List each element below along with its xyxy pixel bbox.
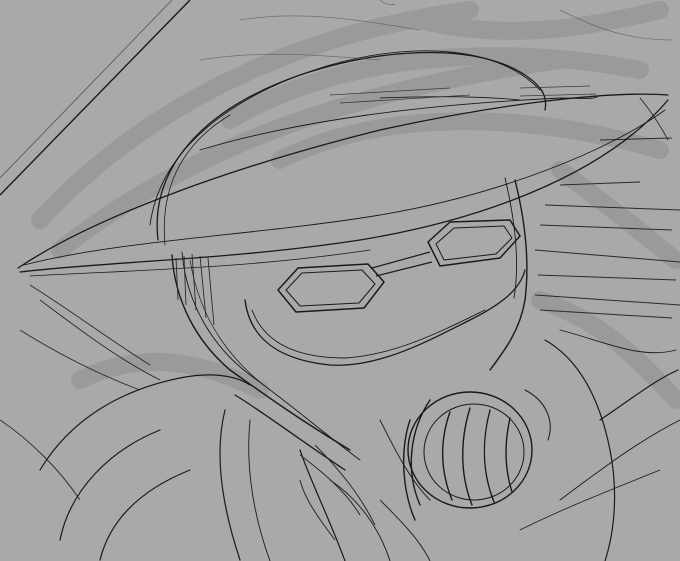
sketch-svg [0, 0, 680, 561]
sketch-canvas [0, 0, 680, 561]
